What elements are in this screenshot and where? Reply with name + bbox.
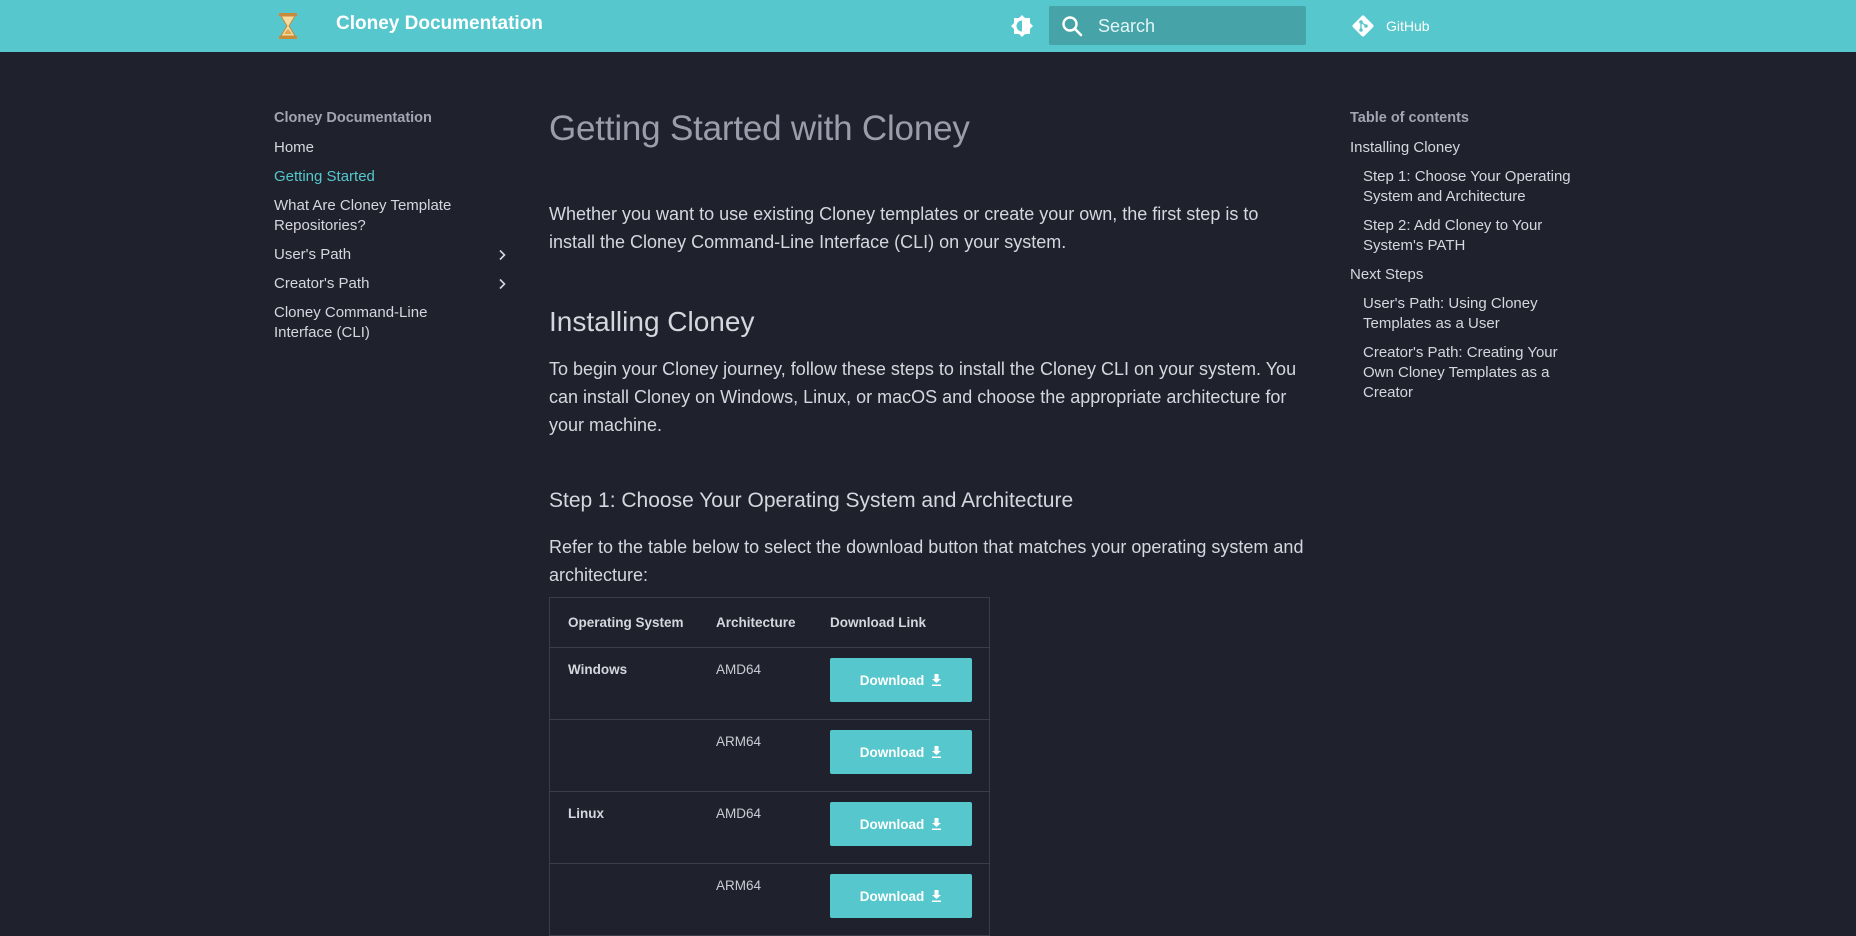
nav-item-label: Creator's Path [274,275,370,292]
chevron-right-icon[interactable] [496,278,508,290]
download-button[interactable]: Download [830,874,972,918]
arch-cell: AMD64 [698,791,812,864]
column-header: Operating System [549,597,698,648]
search-icon [1062,16,1083,37]
column-header: Download Link [812,597,990,648]
download-icon [932,890,942,902]
github-label: GitHub [1386,18,1430,34]
nav-item-creators-path[interactable]: Creator's Path [274,274,510,294]
github-repo-link[interactable]: GitHub [1350,12,1430,40]
download-cell: Download [812,719,990,792]
download-button[interactable]: Download [830,730,972,774]
download-button[interactable]: Download [830,802,972,846]
toc-item-next-steps[interactable]: Next Steps [1350,265,1590,285]
download-button-label: Download [859,744,925,760]
arch-cell: AMD64 [698,647,812,720]
table-row: ARM64 Download [549,719,990,792]
heading-installing-cloney: Installing Cloney [549,306,755,337]
git-icon [1352,15,1374,37]
arch-cell: ARM64 [698,719,812,792]
nav-item-getting-started[interactable]: Getting Started [274,167,510,187]
toc-item-creators-path[interactable]: Creator's Path: Creating Your Own Cloney… [1350,343,1590,403]
table-of-contents: Table of contents Installing Cloney Step… [1350,110,1590,412]
download-button-label: Download [859,672,925,688]
site-title[interactable]: Cloney Documentation [336,13,543,35]
download-icon [932,818,942,830]
main-content: Getting Started with Cloney Whether you … [549,100,1309,589]
os-cell: Linux [549,791,698,864]
download-button-label: Download [859,888,925,904]
heading-step-1: Step 1: Choose Your Operating System and… [549,489,1074,512]
hourglass-icon[interactable] [276,12,300,40]
os-cell [549,863,698,936]
download-cell: Download [812,863,990,936]
nav-title: Cloney Documentation [274,110,432,126]
search-box[interactable] [1049,6,1306,47]
toc-item-installing-cloney[interactable]: Installing Cloney [1350,138,1590,158]
arch-cell: ARM64 [698,863,812,936]
download-icon [932,674,942,686]
nav-item-home[interactable]: Home [274,138,510,158]
primary-nav: Cloney Documentation Home Getting Starte… [274,110,510,352]
download-button-label: Download [859,816,925,832]
toc-item-users-path[interactable]: User's Path: Using Cloney Templates as a… [1350,294,1590,334]
page-title: Getting Started with Cloney [549,109,970,148]
os-cell [549,719,698,792]
chevron-right-icon[interactable] [496,249,508,261]
toc-item-step-2[interactable]: Step 2: Add Cloney to Your System's PATH [1350,216,1590,256]
download-button[interactable]: Download [830,658,972,702]
brightness-icon[interactable] [1009,13,1035,39]
download-cell: Download [812,647,990,720]
download-cell: Download [812,791,990,864]
table-row: Windows AMD64 Download [549,647,990,720]
os-cell: Windows [549,647,698,720]
table-row: ARM64 Download [549,863,990,936]
table-row: Linux AMD64 Download [549,791,990,864]
column-header: Architecture [698,597,812,648]
intro-paragraph: Whether you want to use existing Cloney … [549,204,1259,252]
installing-paragraph: To begin your Cloney journey, follow the… [549,359,1297,435]
step-1-paragraph: Refer to the table below to select the d… [549,537,1304,585]
nav-item-cli[interactable]: Cloney Command-Line Interface (CLI) [274,303,510,343]
toc-title: Table of contents [1350,110,1469,126]
search-input[interactable] [1096,6,1300,47]
table-header-row: Operating System Architecture Download L… [549,597,990,648]
nav-item-template-repositories[interactable]: What Are Cloney Template Repositories? [274,196,510,236]
download-icon [932,746,942,758]
nav-item-users-path[interactable]: User's Path [274,245,510,265]
download-table: Operating System Architecture Download L… [549,597,990,936]
nav-item-label: User's Path [274,246,352,263]
toc-item-step-1[interactable]: Step 1: Choose Your Operating System and… [1350,167,1590,207]
top-header: Cloney Documentation GitHub [0,0,1856,52]
